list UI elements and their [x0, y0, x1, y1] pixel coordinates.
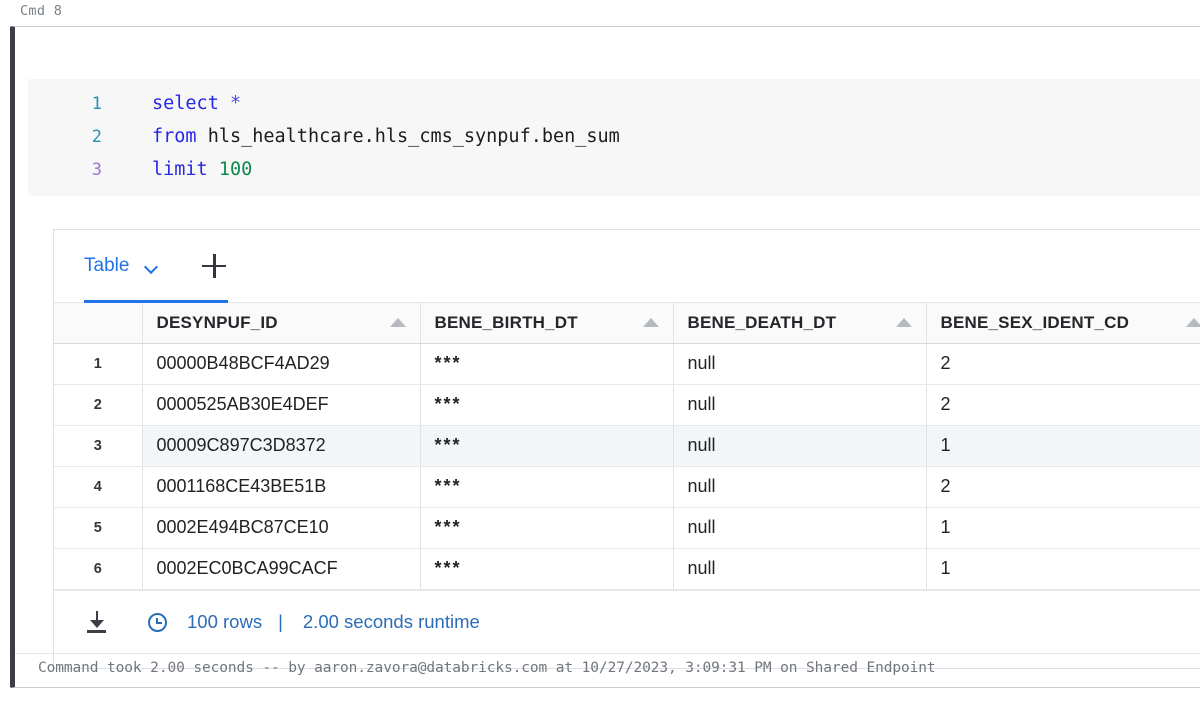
row-index: 4: [54, 466, 142, 507]
table-row[interactable]: 5 0002E494BC87CE10 *** null 1: [54, 507, 1200, 548]
command-status-line: Command took 2.00 seconds -- by aaron.za…: [38, 660, 936, 676]
column-header-bene-birth-dt[interactable]: BENE_BIRTH_DT: [420, 303, 673, 343]
cell-bene-sex-ident-cd[interactable]: 2: [926, 466, 1200, 507]
cell-bene-birth-dt[interactable]: ***: [420, 548, 673, 589]
row-index: 2: [54, 384, 142, 425]
cell-bene-sex-ident-cd[interactable]: 1: [926, 507, 1200, 548]
table-row[interactable]: 2 0000525AB30E4DEF *** null 2: [54, 384, 1200, 425]
column-header-bene-sex-ident-cd[interactable]: BENE_SEX_IDENT_CD: [926, 303, 1200, 343]
line-number: 1: [28, 88, 102, 121]
tab-table[interactable]: Table: [84, 230, 158, 302]
cell-bene-death-dt[interactable]: null: [673, 507, 926, 548]
code-line-3: 3 limit 100: [28, 153, 1200, 186]
sql-keyword: limit: [152, 159, 208, 180]
table-body: 1 00000B48BCF4AD29 *** null 2 2 0000525A…: [54, 343, 1200, 589]
cell-footer-divider: [15, 653, 1200, 654]
code-space: [208, 159, 219, 180]
cell-bene-sex-ident-cd[interactable]: 1: [926, 548, 1200, 589]
code-space: [197, 126, 208, 147]
column-header-desynpuf-id[interactable]: DESYNPUF_ID: [142, 303, 420, 343]
row-count-label: 100 rows: [187, 611, 262, 633]
code-space: [219, 93, 230, 114]
clock-icon: [148, 613, 167, 632]
table-row[interactable]: 4 0001168CE43BE51B *** null 2: [54, 466, 1200, 507]
column-header-label: BENE_BIRTH_DT: [435, 313, 578, 333]
sql-keyword: select: [152, 93, 219, 114]
cell-bene-death-dt[interactable]: null: [673, 466, 926, 507]
column-header-index: [54, 303, 142, 343]
results-table: DESYNPUF_ID BENE_BIRTH_DT: [54, 303, 1200, 590]
results-tab-strip: Table: [54, 230, 1200, 303]
code-line-2: 2 from hls_healthcare.hls_cms_synpuf.ben…: [28, 120, 1200, 153]
cell-bene-death-dt[interactable]: null: [673, 343, 926, 384]
notebook-cell: 1 select * 2 from hls_healthcare.hls_cms…: [10, 26, 1200, 688]
row-index: 1: [54, 343, 142, 384]
cell-desynpuf-id[interactable]: 0001168CE43BE51B: [142, 466, 420, 507]
results-data-grid: DESYNPUF_ID BENE_BIRTH_DT: [54, 303, 1200, 590]
command-label: Cmd 8: [20, 3, 62, 19]
footer-separator: |: [278, 611, 283, 633]
column-header-label: DESYNPUF_ID: [157, 313, 278, 333]
cell-bene-birth-dt[interactable]: ***: [420, 384, 673, 425]
add-visualization-button[interactable]: [202, 254, 226, 278]
cell-bene-sex-ident-cd[interactable]: 2: [926, 343, 1200, 384]
code-text: select *: [102, 87, 241, 120]
row-index: 5: [54, 507, 142, 548]
cell-bene-sex-ident-cd[interactable]: 1: [926, 425, 1200, 466]
sort-ascending-icon[interactable]: [643, 318, 659, 327]
code-text: limit 100: [102, 153, 252, 186]
cell-bene-death-dt[interactable]: null: [673, 384, 926, 425]
results-footer: 100 rows | 2.00 seconds runtime: [54, 590, 1200, 654]
table-row[interactable]: 6 0002EC0BCA99CACF *** null 1: [54, 548, 1200, 589]
cell-desynpuf-id[interactable]: 0002EC0BCA99CACF: [142, 548, 420, 589]
cell-bene-birth-dt[interactable]: ***: [420, 466, 673, 507]
sql-code-editor[interactable]: 1 select * 2 from hls_healthcare.hls_cms…: [28, 79, 1200, 196]
results-panel: Table DESYNPUF: [53, 229, 1200, 669]
table-header-row: DESYNPUF_ID BENE_BIRTH_DT: [54, 303, 1200, 343]
cell-bene-sex-ident-cd[interactable]: 2: [926, 384, 1200, 425]
runtime-label: 2.00 seconds runtime: [303, 611, 480, 633]
sql-keyword: from: [152, 126, 197, 147]
sort-ascending-icon[interactable]: [1186, 318, 1200, 327]
row-index: 6: [54, 548, 142, 589]
sort-ascending-icon[interactable]: [390, 318, 406, 327]
cell-bene-death-dt[interactable]: null: [673, 425, 926, 466]
table-row[interactable]: 1 00000B48BCF4AD29 *** null 2: [54, 343, 1200, 384]
sql-operator: *: [230, 93, 241, 114]
tab-active-indicator: [84, 300, 228, 303]
cell-bene-birth-dt[interactable]: ***: [420, 343, 673, 384]
chevron-down-icon[interactable]: [145, 262, 158, 270]
line-number: 2: [28, 121, 102, 154]
cell-bene-birth-dt[interactable]: ***: [420, 425, 673, 466]
code-line-1: 1 select *: [28, 87, 1200, 120]
sort-ascending-icon[interactable]: [896, 318, 912, 327]
cell-desynpuf-id[interactable]: 00009C897C3D8372: [142, 425, 420, 466]
table-row[interactable]: 3 00009C897C3D8372 *** null 1: [54, 425, 1200, 466]
cell-bene-birth-dt[interactable]: ***: [420, 507, 673, 548]
column-header-label: BENE_DEATH_DT: [688, 313, 837, 333]
cell-desynpuf-id[interactable]: 00000B48BCF4AD29: [142, 343, 420, 384]
line-number: 3: [28, 154, 102, 187]
table-header: DESYNPUF_ID BENE_BIRTH_DT: [54, 303, 1200, 343]
column-header-label: BENE_SEX_IDENT_CD: [941, 313, 1130, 333]
sql-table-identifier: hls_healthcare.hls_cms_synpuf.ben_sum: [208, 126, 620, 147]
tab-table-label: Table: [84, 255, 129, 277]
cell-desynpuf-id[interactable]: 0000525AB30E4DEF: [142, 384, 420, 425]
cell-desynpuf-id[interactable]: 0002E494BC87CE10: [142, 507, 420, 548]
code-text: from hls_healthcare.hls_cms_synpuf.ben_s…: [102, 120, 620, 153]
download-icon[interactable]: [84, 609, 110, 635]
row-index: 3: [54, 425, 142, 466]
cell-bene-death-dt[interactable]: null: [673, 548, 926, 589]
sql-number-literal: 100: [219, 159, 252, 180]
column-header-bene-death-dt[interactable]: BENE_DEATH_DT: [673, 303, 926, 343]
notebook-cell-screen: Cmd 8 1 select * 2 from hls_healthcare.h…: [0, 0, 1200, 704]
